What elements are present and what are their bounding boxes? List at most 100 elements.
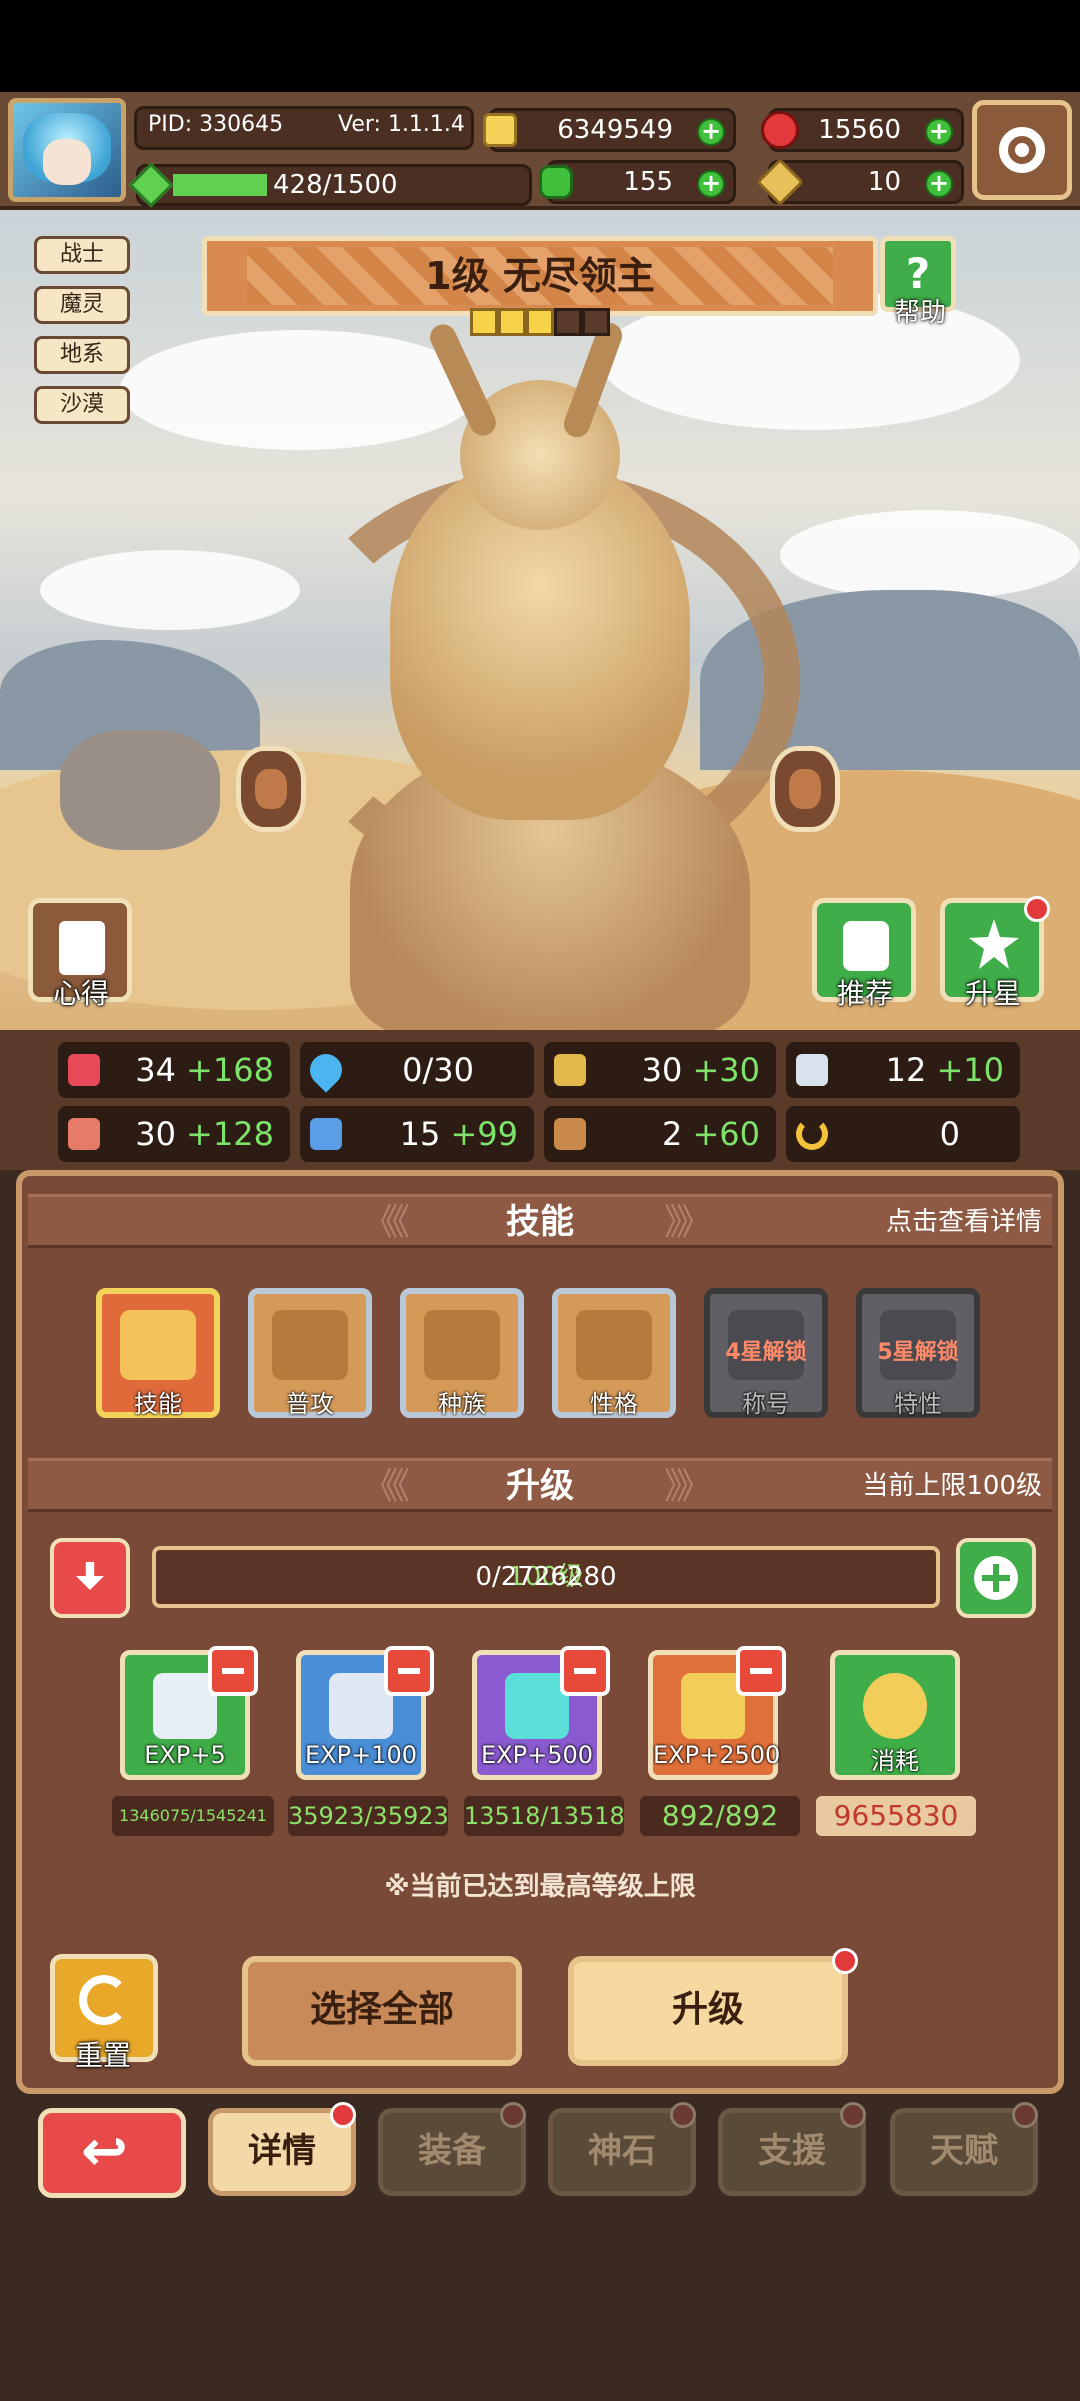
add-gold-button[interactable]: + [697,118,725,146]
stat-speed: 12 +10 [786,1042,1020,1098]
stat-magic: 15 +99 [300,1106,534,1162]
status-bar [0,0,1080,92]
star-empty-icon [554,308,582,336]
ticket-counter: 10 + [755,157,964,207]
gold-cost: 9655830 [816,1796,976,1836]
normal-attack-card[interactable]: 普攻 [248,1288,372,1418]
notification-dot [832,1948,858,1974]
remove-exp500-button[interactable] [560,1646,610,1696]
stat-mana: 0/30 [300,1042,534,1098]
tag-class: 战士 [34,236,130,274]
stat-luck: 0 [786,1106,1020,1162]
tag-type: 魔灵 [34,286,130,324]
skills-header: 《《 技能 》》 点击查看详情 [28,1194,1052,1248]
boss-title: 1级 无尽领主 [425,254,655,298]
shield-icon [554,1054,586,1086]
stat-agility: 2 +60 [544,1106,776,1162]
gem-counter: 15560 + [761,108,964,152]
stat-hp: 34 +168 [58,1042,290,1098]
decrease-level-button[interactable] [50,1538,130,1618]
increase-level-button[interactable] [956,1538,1036,1618]
help-label: 帮助 [893,298,946,328]
add-ticket-button[interactable]: + [925,170,953,198]
gold-value: 6349549 [557,115,673,145]
tag-terrain: 沙漠 [34,386,130,424]
exp500-count: 13518/13518 [464,1796,625,1836]
star-icon [526,308,554,336]
horseshoe-icon [796,1118,828,1150]
title-card-locked[interactable]: 4星解锁 称号 [704,1288,828,1418]
clover-counter: 155 + [539,160,736,204]
stats-panel: 34 +168 0/30 30 +30 12 +10 30 +128 15 +9… [0,1030,1080,1170]
player-avatar[interactable] [8,98,126,202]
max-level-note: ※当前已达到最高等级上限 [384,1872,696,1902]
back-arrow-icon: ↩ [81,2119,128,2184]
book-icon [310,1118,342,1150]
stat-defense: 30 +30 [544,1042,776,1098]
personality-icon [576,1310,652,1380]
back-button[interactable]: ↩ [38,2108,186,2198]
heart-icon [68,1054,100,1086]
trait-card-locked[interactable]: 5星解锁 特性 [856,1288,980,1418]
tag-element: 地系 [34,336,130,374]
detail-panel: 《《 技能 》》 点击查看详情 技能 普攻 种族 性格 4星解锁 称号 5星解锁… [16,1170,1064,2094]
exp100-count: 35923/35923 [288,1796,449,1836]
sword-icon [272,1310,348,1380]
skills-hint[interactable]: 点击查看详情 [886,1197,1042,1247]
exp5-count: 1346075/1545241 [112,1796,274,1836]
remove-exp5-button[interactable] [208,1646,258,1696]
bottom-area [0,2200,1080,2401]
player-id: PID: 330645 [148,112,284,137]
reset-label: 重置 [74,2039,131,2072]
upgrade-star-label: 升星 [964,977,1021,1010]
select-all-button[interactable]: 选择全部 [242,1956,522,2066]
skill-card[interactable]: 技能 [96,1288,220,1418]
skill-icon [120,1310,196,1380]
ticket-value: 10 [867,167,901,197]
race-card[interactable]: 种族 [400,1288,524,1418]
notification-dot [330,2102,356,2128]
level-header: 《《 升级 》》 当前上限100级 [28,1458,1052,1512]
add-clover-button[interactable]: + [697,170,725,198]
red-gem-icon [761,111,799,149]
exp-fill [173,174,267,196]
boot-icon [554,1118,586,1150]
insight-label: 心得 [52,977,109,1010]
refresh-icon [79,1975,129,2025]
fist-icon [68,1118,100,1150]
water-drop-icon [303,1047,349,1093]
gold-coin-icon [863,1673,927,1739]
next-boss-button[interactable] [770,746,840,832]
gem-value: 15560 [818,115,901,145]
level-exp: 0/2726280 [475,1562,617,1592]
notification-dot [670,2102,696,2128]
notification-dot [1024,896,1050,922]
star-rating [470,308,610,344]
thumbs-up-icon [843,921,889,971]
exp2500-count: 892/892 [640,1796,800,1836]
remove-exp2500-button[interactable] [736,1646,786,1696]
remove-exp100-button[interactable] [384,1646,434,1696]
personality-card[interactable]: 性格 [552,1288,676,1418]
notification-dot [840,2102,866,2128]
gold-coin-icon [483,113,517,147]
recommend-label: 推荐 [836,977,893,1010]
player-exp-bar: 428/1500 [128,162,532,208]
boss-character-image [280,300,800,1040]
star-icon [470,308,498,336]
upgrade-button[interactable]: 升级 [568,1956,848,2066]
prev-boss-button[interactable] [236,746,306,832]
wing-icon [796,1054,828,1086]
add-gem-button[interactable]: + [925,118,953,146]
notification-dot [500,2102,526,2128]
boss-title-banner: 1级 无尽领主 [202,236,878,316]
star-icon [498,308,526,336]
notification-dot [1012,2102,1038,2128]
game-screen: PID: 330645 Ver: 1.1.1.4 428/1500 634954… [0,0,1080,2401]
level-cap-hint: 当前上限100级 [862,1471,1042,1501]
stat-attack: 30 +128 [58,1106,290,1162]
star-icon [969,919,1019,969]
gold-counter: 6349549 + [483,108,736,152]
settings-button[interactable] [972,100,1072,200]
clover-icon [539,165,573,199]
